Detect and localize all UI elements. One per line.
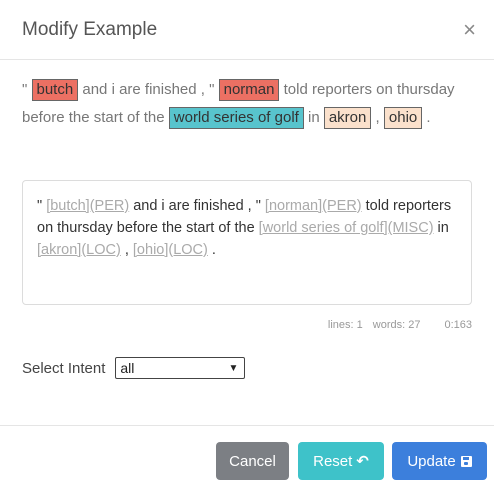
preview-text: . [422, 109, 431, 126]
dialog-header: Modify Example × [0, 0, 494, 60]
entity-tag-loc[interactable]: akron [323, 107, 372, 129]
entity-markup: [ohio](LOC) [132, 242, 208, 258]
line-count: lines: 1 [327, 319, 363, 331]
intent-row: Select Intent all ▼ [22, 357, 246, 379]
editor-text: " [37, 198, 47, 214]
cursor-position: 0:163 [444, 319, 472, 331]
preview-text: , [371, 109, 384, 126]
entity-markup: [world series of golf](MISC) [258, 220, 434, 236]
entity-tag-per[interactable]: norman [218, 79, 280, 101]
editor-text: . [207, 242, 216, 258]
chevron-down-icon: ▼ [228, 362, 239, 374]
intent-select[interactable]: all ▼ [115, 357, 246, 379]
entity-markup: [norman](PER) [264, 198, 362, 214]
reset-button[interactable]: Reset ↶ [298, 442, 384, 480]
annotated-preview: " butch and i are finished , " norman to… [22, 76, 472, 132]
dialog-title: Modify Example [22, 18, 158, 40]
editor-text: , [120, 242, 133, 258]
entity-tag-loc[interactable]: ohio [383, 107, 423, 129]
preview-text: " [22, 81, 32, 98]
update-label: Update [407, 452, 456, 470]
intent-label: Select Intent [22, 359, 106, 377]
dialog-footer: Cancel Reset ↶ Update [0, 425, 494, 497]
entity-tag-misc[interactable]: world series of golf [168, 107, 304, 129]
editor-text: and i are finished , " [129, 198, 265, 214]
intent-selected-value: all [120, 360, 135, 376]
preview-text: and i are finished , " [78, 81, 219, 98]
save-icon [460, 455, 472, 467]
cancel-label: Cancel [229, 452, 276, 470]
editor-text: in [433, 220, 449, 236]
modify-example-dialog: Modify Example × " butch and i are finis… [0, 0, 494, 497]
close-icon[interactable]: × [463, 18, 478, 41]
cancel-button[interactable]: Cancel [216, 442, 289, 480]
undo-icon: ↶ [356, 453, 369, 470]
editor-stats: lines: 1 words: 27 0:163 [328, 319, 472, 331]
update-button[interactable]: Update [392, 442, 487, 480]
preview-text: in [303, 109, 324, 126]
reset-label: Reset [313, 452, 353, 470]
entity-tag-per[interactable]: butch [31, 79, 79, 101]
entity-markup: [akron](LOC) [37, 242, 121, 258]
word-count: words: 27 [372, 319, 421, 331]
entity-markup: [butch](PER) [46, 198, 130, 214]
markup-editor[interactable]: " [butch](PER) and i are finished , " [n… [22, 180, 472, 305]
